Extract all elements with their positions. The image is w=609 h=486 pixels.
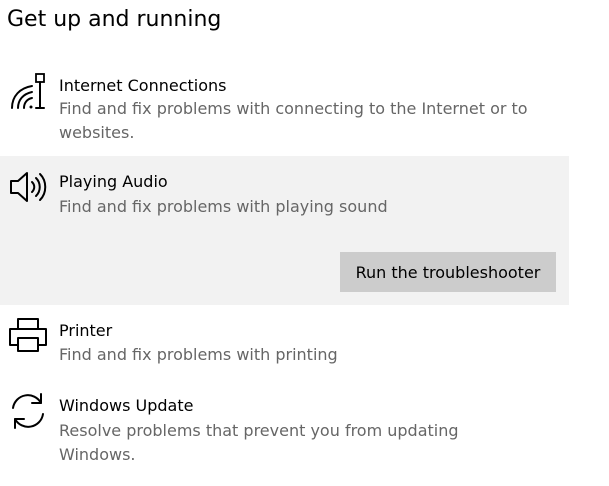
refresh-sync-icon bbox=[8, 391, 48, 431]
item-title: Windows Update bbox=[59, 396, 194, 415]
item-description: Find and fix problems with connecting to… bbox=[59, 99, 528, 142]
troubleshoot-page: Get up and running Internet Connections … bbox=[0, 0, 609, 486]
item-description: Find and fix problems with playing sound bbox=[59, 197, 388, 216]
item-description: Resolve problems that prevent you from u… bbox=[59, 421, 459, 464]
printer-icon bbox=[8, 315, 48, 355]
item-title: Internet Connections bbox=[59, 76, 227, 95]
wifi-network-icon bbox=[8, 72, 48, 112]
item-title: Playing Audio bbox=[59, 172, 168, 191]
section-title: Get up and running bbox=[7, 7, 222, 32]
troubleshooter-item-windows-update[interactable]: Windows Update Resolve problems that pre… bbox=[0, 379, 569, 464]
run-troubleshooter-button[interactable]: Run the troubleshooter bbox=[340, 252, 556, 292]
troubleshooter-item-internet-connections[interactable]: Internet Connections Find and fix proble… bbox=[0, 62, 569, 156]
troubleshooter-item-playing-audio[interactable]: Playing Audio Find and fix problems with… bbox=[0, 156, 569, 305]
troubleshooter-item-printer[interactable]: Printer Find and fix problems with print… bbox=[0, 305, 569, 379]
item-title: Printer bbox=[59, 321, 113, 340]
speaker-icon bbox=[8, 167, 48, 207]
item-description: Find and fix problems with printing bbox=[59, 345, 338, 364]
